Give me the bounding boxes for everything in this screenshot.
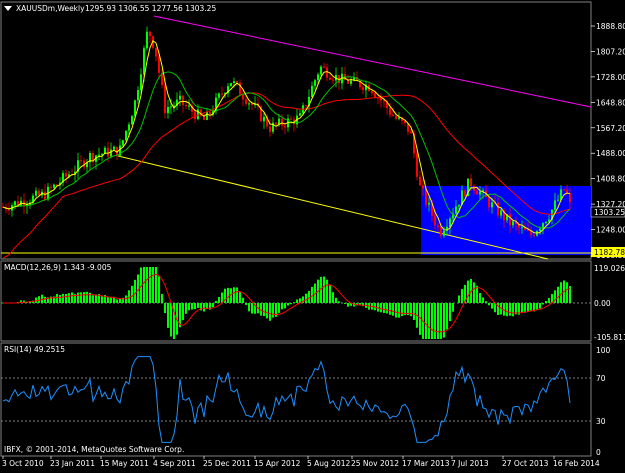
time-tick-label: 23 Jan 2011 [50,459,95,468]
time-tick-label: 15 Apr 2012 [254,459,301,468]
price-tick-label: 1488.00 [596,149,625,158]
price-tick-label: 1728.00 [596,73,625,82]
rsi-axis: 100 70 30 0 [596,346,611,457]
macd-tick-label: -105.811 [594,333,625,342]
time-tick-label: 27 Oct 2013 [502,459,549,468]
time-tick-label: 25 Dec 2011 [203,459,251,468]
rsi-tick-label: 30 [596,417,606,426]
price-tick-label: 1567.20 [596,124,625,133]
rsi-label: RSI(14) 49.2515 [4,345,65,354]
price-tick-label: 1408.80 [596,175,625,184]
support-price-label: 1182.78 [594,248,625,257]
macd-tick-label: 0.00 [594,299,611,308]
price-axis: 1888.80 1807.20 1728.00 1648.80 1567.20 1488.… [591,22,625,260]
price-tick-label: 1248.00 [596,226,625,235]
macd-label: MACD(12,26,9) 1.343 -9.005 [4,263,112,272]
rsi-panel[interactable] [1,343,591,456]
symbol-label: XAUUSDm,Weekly [16,4,85,13]
ohlc-values: 1295.93 1306.55 1277.56 1303.25 [85,4,216,13]
trading-terminal-chart-window[interactable]: 1888.80 1807.20 1728.00 1648.80 1567.20 1488.… [0,0,625,469]
price-tick-label: 1888.80 [596,22,625,31]
time-axis: 3 Oct 2010 23 Jan 2011 15 May 2011 4 Sep 20… [2,456,600,468]
rsi-tick-label: 0 [596,448,601,457]
price-tick-label: 1648.80 [596,98,625,107]
time-tick-label: 5 Aug 2012 [307,459,350,468]
current-price-label: 1303.25 [594,208,625,217]
time-tick-label: 15 May 2011 [100,459,149,468]
chart-canvas[interactable]: 1888.80 1807.20 1728.00 1648.80 1567.20 1488.… [0,0,625,469]
time-tick-label: 4 Sep 2011 [153,459,196,468]
price-tick-label: 1807.20 [596,47,625,56]
highlight-zone-box[interactable] [421,186,591,255]
macd-tick-label: 119.026 [594,264,625,273]
time-tick-label: 25 Nov 2012 [351,459,399,468]
macd-axis: 119.026 0.00 -105.811 [594,264,625,342]
time-tick-label: 17 Mar 2013 [402,459,450,468]
time-tick-label: 7 Jul 2013 [451,459,489,468]
rsi-tick-label: 70 [596,374,606,383]
time-tick-label: 16 Feb 2014 [553,459,600,468]
rsi-tick-label: 100 [596,346,611,355]
copyright-text: IBFX, © 2001-2014, MetaQuotes Software C… [4,445,184,454]
time-tick-label: 3 Oct 2010 [2,459,44,468]
